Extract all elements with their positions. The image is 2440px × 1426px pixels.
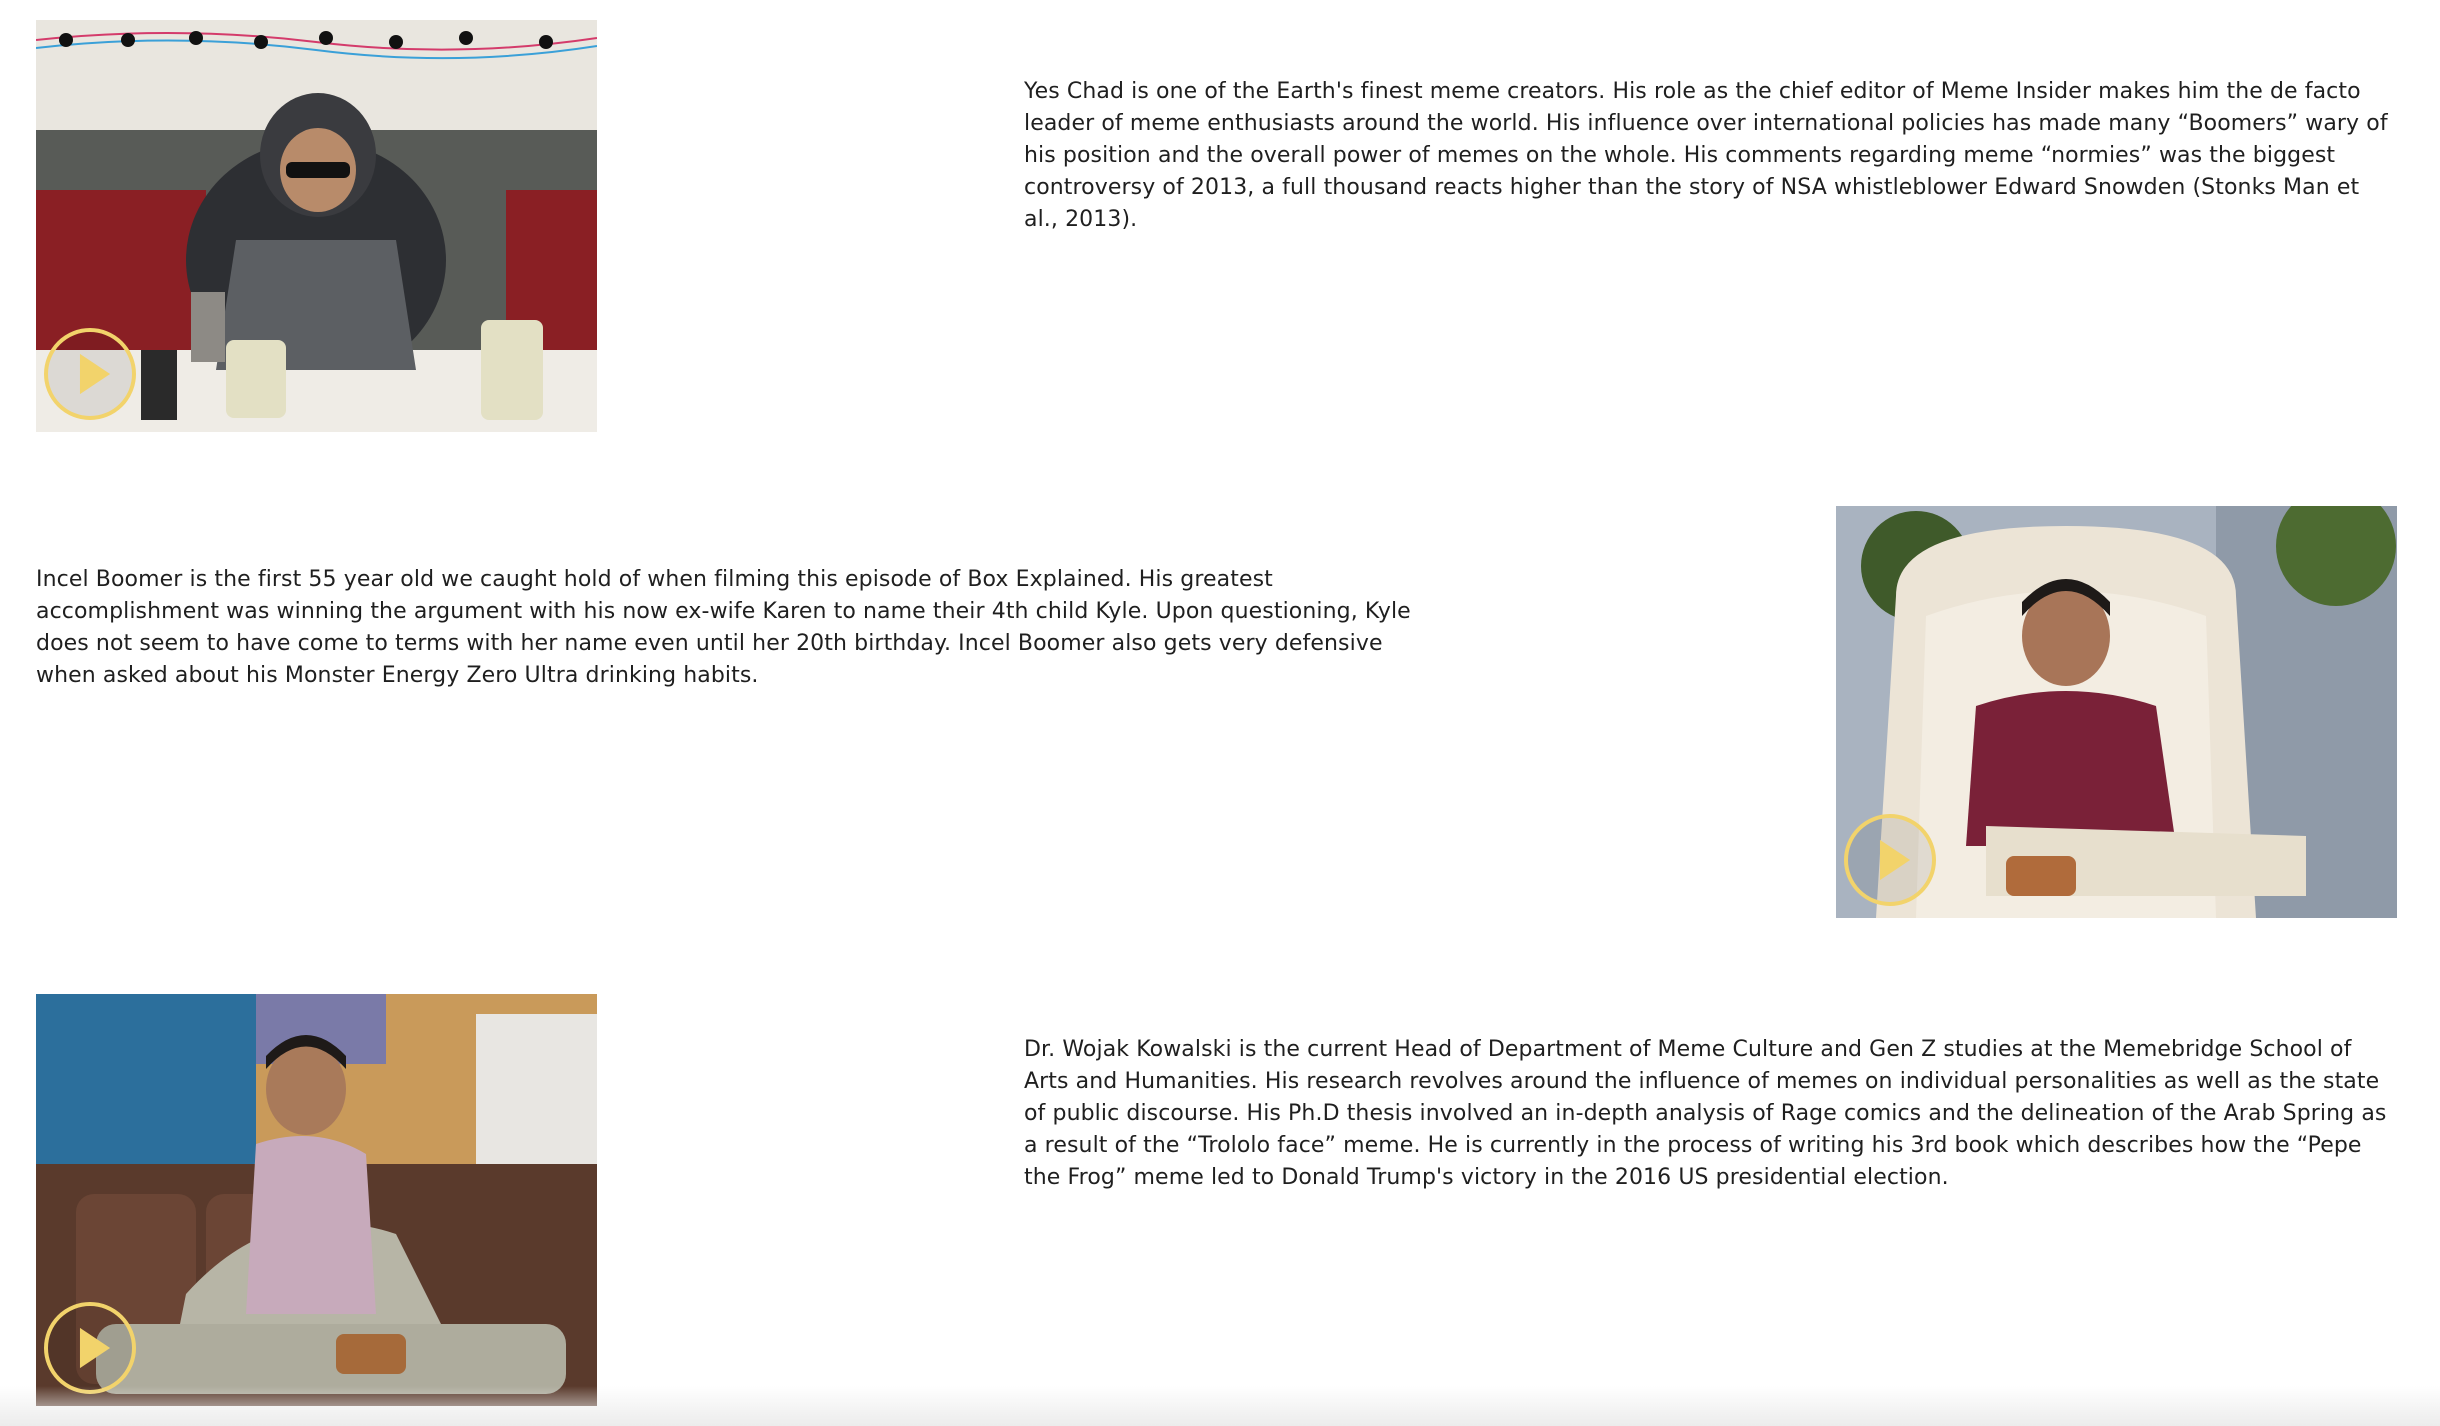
bio-text: Dr. Wojak Kowalski is the current Head o… xyxy=(1024,1037,2387,1190)
play-button[interactable] xyxy=(44,328,136,420)
bio-text: Yes Chad is one of the Earth's finest me… xyxy=(1024,79,2388,232)
bottom-edge-shadow xyxy=(0,1386,2440,1426)
video-thumbnail[interactable] xyxy=(36,994,597,1406)
bio-text: Incel Boomer is the first 55 year old we… xyxy=(36,567,1411,688)
play-icon xyxy=(79,353,111,395)
video-thumbnail[interactable] xyxy=(1836,506,2397,918)
video-thumbnail[interactable] xyxy=(36,20,597,432)
play-icon xyxy=(79,1327,111,1369)
play-button[interactable] xyxy=(44,1302,136,1394)
play-icon xyxy=(1879,839,1911,881)
play-button[interactable] xyxy=(1844,814,1936,906)
